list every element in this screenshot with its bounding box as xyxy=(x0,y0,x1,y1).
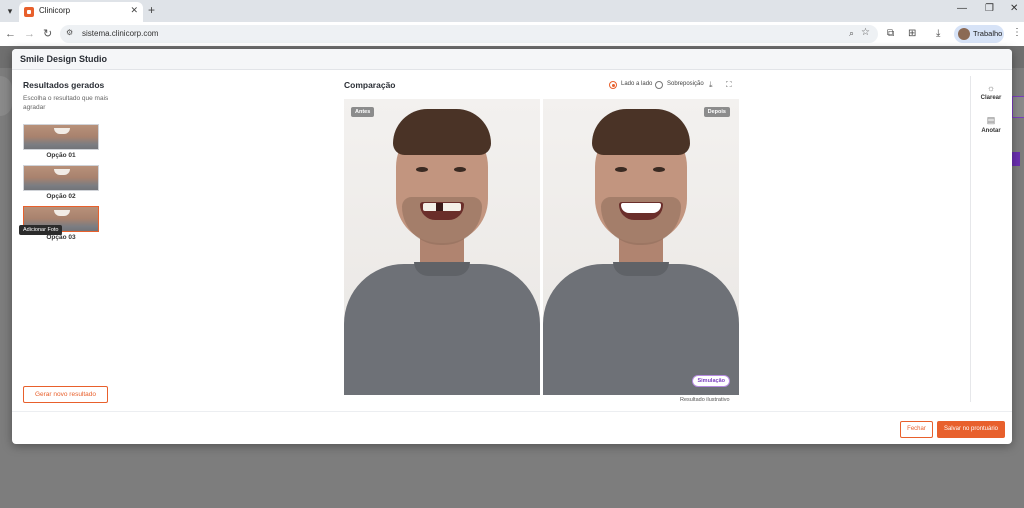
save-to-record-button[interactable]: Salvar no prontuário xyxy=(937,421,1005,438)
simulation-badge: Simulação xyxy=(692,375,730,387)
avatar xyxy=(958,28,970,40)
browser-tab-bar: ▾ Clinicorp ✕ + — ❐ ✕ xyxy=(0,0,1024,22)
overlay-label[interactable]: Sobreposição xyxy=(667,81,704,87)
site-info-icon[interactable]: ⚙ xyxy=(66,28,73,37)
extension-icon[interactable]: ⧉ xyxy=(887,27,894,41)
address-bar[interactable]: ⚙ sistema.clinicorp.com ⌕ ☆ xyxy=(60,25,878,43)
reload-icon[interactable]: ↻ xyxy=(43,27,52,41)
after-badge: Depois xyxy=(703,107,730,117)
option-label: Opção 02 xyxy=(46,193,76,200)
download-icon[interactable]: ⤓ xyxy=(936,27,940,41)
close-button[interactable]: Fechar xyxy=(900,421,933,438)
side-by-side-radio[interactable] xyxy=(609,81,617,89)
browser-tab[interactable]: Clinicorp ✕ xyxy=(19,2,143,22)
tab-search-icon[interactable]: ▾ xyxy=(3,4,17,18)
window-minimize-button[interactable]: — xyxy=(957,3,967,14)
option-label: Opção 01 xyxy=(46,152,76,159)
background-purple-button xyxy=(1012,152,1020,166)
fullscreen-icon[interactable]: ⛶ xyxy=(726,80,732,90)
generate-new-result-button[interactable]: Gerar novo resultado xyxy=(23,386,108,403)
tab-close-icon[interactable]: ✕ xyxy=(130,5,138,16)
comparison-title: Comparação xyxy=(344,80,396,90)
result-thumbnail[interactable] xyxy=(23,124,99,150)
back-icon[interactable]: ← xyxy=(5,27,16,41)
results-subtitle: Escolha o resultado que mais agradar xyxy=(23,95,109,111)
result-option-01[interactable]: Opção 01 xyxy=(23,124,99,159)
before-badge: Antes xyxy=(351,107,375,117)
side-by-side-label[interactable]: Lado a lado xyxy=(621,81,652,87)
browser-menu-icon[interactable]: ⋮ xyxy=(1012,27,1022,38)
overlay-radio[interactable] xyxy=(655,81,663,89)
before-photo: Antes xyxy=(344,99,540,395)
result-thumbnail[interactable] xyxy=(23,165,99,191)
sun-icon: ☼ xyxy=(986,83,996,93)
download-icon[interactable]: ⤓ xyxy=(709,80,713,90)
bookmark-star-icon[interactable]: ☆ xyxy=(861,27,870,38)
tool-annotate[interactable]: ▤ Anotar xyxy=(973,115,1009,134)
result-option-02[interactable]: Opção 02 xyxy=(23,165,99,200)
clinicorp-favicon-icon xyxy=(24,7,34,17)
results-title: Resultados gerados xyxy=(23,80,105,90)
background-button xyxy=(1012,96,1024,118)
zoom-icon[interactable]: ⌕ xyxy=(849,28,854,39)
window-close-button[interactable]: ✕ xyxy=(1010,3,1018,14)
illustrative-note: Resultado ilustrativo xyxy=(680,397,730,403)
puzzle-icon[interactable]: ⊞ xyxy=(908,27,916,41)
tool-whiten[interactable]: ☼ Clarear xyxy=(973,83,1009,101)
profile-button[interactable]: Trabalho xyxy=(954,25,1004,43)
modal-title: Smile Design Studio xyxy=(20,54,108,64)
after-photo: Depois Simulação xyxy=(543,99,739,395)
tab-title: Clinicorp xyxy=(39,6,71,15)
new-tab-button[interactable]: + xyxy=(148,3,155,17)
note-icon: ▤ xyxy=(986,115,996,125)
footer-divider xyxy=(12,411,1012,412)
smile-design-modal: Smile Design Studio Resultados gerados E… xyxy=(12,49,1012,444)
option-label: Opção 03 xyxy=(46,234,76,241)
browser-toolbar: ← → ↻ ⚙ sistema.clinicorp.com ⌕ ☆ ⧉ ⊞ ⤓ … xyxy=(0,22,1024,46)
result-option-03[interactable]: Opção 03 xyxy=(23,206,99,241)
side-divider xyxy=(970,76,971,402)
modal-header: Smile Design Studio xyxy=(12,49,1012,70)
background-avatar xyxy=(0,76,12,116)
window-restore-button[interactable]: ❐ xyxy=(985,3,994,14)
profile-label: Trabalho xyxy=(973,29,1003,38)
tool-label: Anotar xyxy=(981,128,1001,134)
url-text[interactable]: sistema.clinicorp.com xyxy=(82,29,158,38)
tool-label: Clarear xyxy=(980,95,1002,101)
add-photo-tooltip: Adicionar Foto xyxy=(19,225,63,235)
forward-icon[interactable]: → xyxy=(24,27,35,41)
